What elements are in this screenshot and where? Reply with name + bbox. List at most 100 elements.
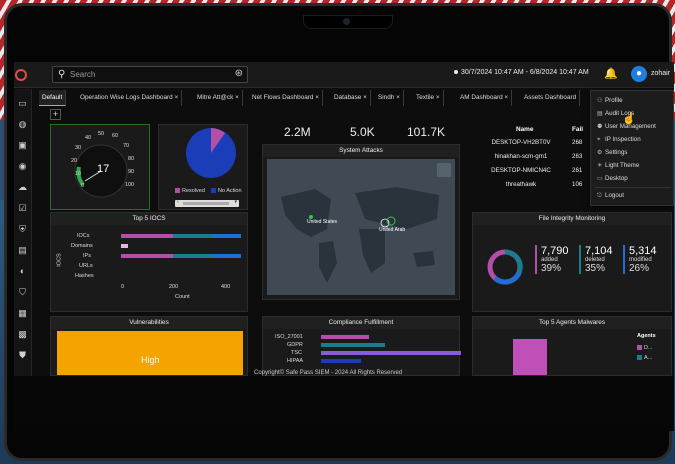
sidebar-target-icon[interactable]: ◉ bbox=[16, 160, 29, 173]
search-placeholder: Search bbox=[70, 70, 96, 79]
compliance-widget: Compliance Fulfillment ISO_27001 GDPR TS… bbox=[262, 316, 461, 376]
category-label: IOCs bbox=[77, 233, 90, 239]
vulnerability-bar[interactable]: High bbox=[57, 331, 243, 375]
tab-default[interactable]: Default bbox=[39, 90, 67, 106]
category-label: Domains bbox=[71, 243, 93, 249]
gauge-tick: 90 bbox=[128, 169, 135, 175]
table-row[interactable]: DESKTOP-NMICN4C 261 bbox=[474, 164, 600, 178]
user-name[interactable]: zohair bbox=[651, 70, 670, 77]
user-menu: ⚇ Profile ▤ Audit Logs ⚉ User Management ⌖ I… bbox=[590, 90, 674, 206]
menu-item-desktop[interactable]: ▭ Desktop bbox=[597, 175, 628, 182]
table-header: Fail bbox=[572, 126, 584, 133]
ioc-bar bbox=[121, 244, 128, 248]
user-avatar-icon[interactable]: ● bbox=[631, 66, 647, 82]
top-iocs-widget: Top 5 IOCS IOCS IOCs Domains IPs URLs Ha… bbox=[50, 212, 248, 312]
sidebar-security-icon[interactable]: ⛊ bbox=[16, 349, 29, 362]
sidebar-shield-icon[interactable]: ⛨ bbox=[16, 223, 29, 236]
search-options-icon[interactable]: ⊛ bbox=[235, 68, 243, 79]
fim-deleted: 7,104 deleted 35% bbox=[579, 245, 613, 274]
malware-bar bbox=[513, 339, 547, 375]
sidebar-globe-icon[interactable]: ◍ bbox=[16, 118, 29, 131]
ioc-bar bbox=[121, 254, 173, 258]
stat-value: 2.2M bbox=[284, 125, 311, 139]
malwares-title: Top 5 Agents Malwares bbox=[473, 317, 671, 329]
ioc-bar bbox=[213, 234, 241, 238]
ioc-bar bbox=[121, 234, 173, 238]
fim-added: 7,790 added 39% bbox=[535, 245, 569, 274]
gauge-tick: 100 bbox=[125, 182, 135, 188]
compliance-label: GDPR bbox=[287, 342, 303, 348]
menu-item-profile[interactable]: ⚇ Profile bbox=[597, 97, 623, 104]
table-row[interactable]: threathawk 106 bbox=[474, 178, 600, 192]
compliance-bar bbox=[321, 351, 461, 355]
vulnerability-level: High bbox=[141, 355, 160, 365]
sidebar-lock-icon[interactable]: ⛉ bbox=[16, 286, 29, 299]
tab-am-dashboard[interactable]: AM Dashboard × bbox=[457, 90, 513, 106]
sidebar-contrast-icon[interactable]: ◐ bbox=[16, 265, 29, 278]
gauge-tick: 10 bbox=[75, 171, 82, 177]
table-row[interactable]: DESKTOP-VH2BT0V 268 bbox=[474, 136, 600, 150]
tab-sindh[interactable]: Sindh × bbox=[375, 90, 404, 106]
app-logo-icon[interactable] bbox=[15, 69, 27, 81]
compliance-label: ISO_27001 bbox=[275, 334, 303, 340]
y-axis-label: IOCS bbox=[56, 253, 63, 267]
sidebar-grid-icon[interactable]: ▩ bbox=[16, 328, 29, 341]
gauge-tick: 70 bbox=[123, 143, 130, 149]
webcam-icon bbox=[343, 18, 350, 25]
menu-item-settings[interactable]: ⚙ Settings bbox=[597, 149, 627, 156]
compliance-label: HIPAA bbox=[287, 358, 304, 364]
notification-bell-icon[interactable]: 🔔 bbox=[604, 67, 618, 80]
app-window: ⚲ Search ⊛ 30/7/2024 10:47 AM - 6/8/2024… bbox=[14, 62, 674, 376]
sidebar-calendar-icon[interactable]: ▣ bbox=[16, 139, 29, 152]
sidebar-cloud-icon[interactable]: ☁ bbox=[16, 181, 29, 194]
tab-assets-dashboard[interactable]: Assets Dashboard bbox=[521, 90, 581, 106]
malware-legend-title: Agents bbox=[637, 333, 656, 339]
menu-item-ip-inspection[interactable]: ⌖ IP Inspection bbox=[597, 136, 641, 144]
legend-resolved: Resolved bbox=[175, 188, 205, 194]
malware-legend-item: A... bbox=[637, 355, 652, 361]
sidebar-report-icon[interactable]: ▦ bbox=[16, 307, 29, 320]
gauge-tick: 40 bbox=[85, 135, 92, 141]
table-header: Name bbox=[516, 126, 534, 133]
table-row[interactable]: hinakhan-scm-gm1 263 bbox=[474, 150, 600, 164]
sidebar-dashboard-icon[interactable]: ▭ bbox=[16, 97, 29, 110]
compliance-bar bbox=[321, 343, 385, 347]
gauge-tick: 50 bbox=[98, 131, 105, 137]
system-attacks-widget: System Attacks United States United Arab bbox=[262, 144, 460, 300]
x-tick: 200 bbox=[169, 284, 179, 290]
tab-operation-wise-logs[interactable]: Operation Wise Logs Dashboard × bbox=[77, 90, 183, 106]
search-input[interactable]: ⚲ Search ⊛ bbox=[52, 66, 248, 83]
dashboard-tabs: Default Operation Wise Logs Dashboard × … bbox=[39, 90, 674, 106]
ioc-bar bbox=[173, 234, 213, 238]
vulnerabilities-title: Vulnerabilities bbox=[51, 317, 247, 329]
legend-no-action: No Action bbox=[211, 188, 242, 194]
sidebar: ▭ ◍ ▣ ◉ ☁ ☑ ⛨ ▤ ◐ ⛉ ▦ ▩ ⛊ bbox=[14, 89, 32, 376]
x-tick: 400 bbox=[221, 284, 231, 290]
tab-mitre-attack[interactable]: Mitre Att@ck × bbox=[194, 90, 243, 106]
fim-modified: 5,314 modified 26% bbox=[623, 245, 657, 274]
top-failures-table: Name Fail DESKTOP-VH2BT0V 268 hinakhan-sc… bbox=[474, 122, 600, 206]
photo-scene: ⚲ Search ⊛ 30/7/2024 10:47 AM - 6/8/2024… bbox=[0, 0, 675, 464]
world-map[interactable]: United States United Arab bbox=[267, 159, 455, 295]
sidebar-check-icon[interactable]: ☑ bbox=[16, 202, 29, 215]
gauge-tick: 0 bbox=[81, 183, 85, 189]
menu-item-logout[interactable]: ⎋ Logout bbox=[597, 192, 624, 200]
date-range-picker[interactable]: 30/7/2024 10:47 AM - 6/8/2024 10:47 AM bbox=[454, 69, 589, 76]
ioc-bar bbox=[173, 254, 213, 258]
tab-database[interactable]: Database × bbox=[331, 90, 371, 106]
menu-item-light-theme[interactable]: ☀ Light Theme bbox=[597, 162, 639, 169]
fim-title: File Integrity Monitoring bbox=[473, 213, 671, 225]
sidebar-server-icon[interactable]: ▤ bbox=[16, 244, 29, 257]
system-attacks-title: System Attacks bbox=[263, 145, 459, 157]
tab-textile[interactable]: Textile × bbox=[413, 90, 444, 106]
pager-prev-icon[interactable]: ‹ bbox=[177, 199, 179, 205]
pager-next-icon[interactable]: ▾ bbox=[234, 199, 237, 205]
top-bar: ⚲ Search ⊛ 30/7/2024 10:47 AM - 6/8/2024… bbox=[14, 62, 674, 88]
compliance-label: TSC bbox=[291, 350, 302, 356]
agents-malwares-widget: Top 5 Agents Malwares Agents D... A... bbox=[472, 316, 672, 376]
world-map-shapes bbox=[281, 163, 451, 283]
laptop-lower-bezel bbox=[14, 376, 674, 431]
add-tab-button[interactable]: + bbox=[50, 109, 61, 120]
tab-net-flows[interactable]: Net Flows Dashboard × bbox=[249, 90, 323, 106]
legend-pager[interactable]: ‹ ▾ bbox=[175, 199, 239, 207]
